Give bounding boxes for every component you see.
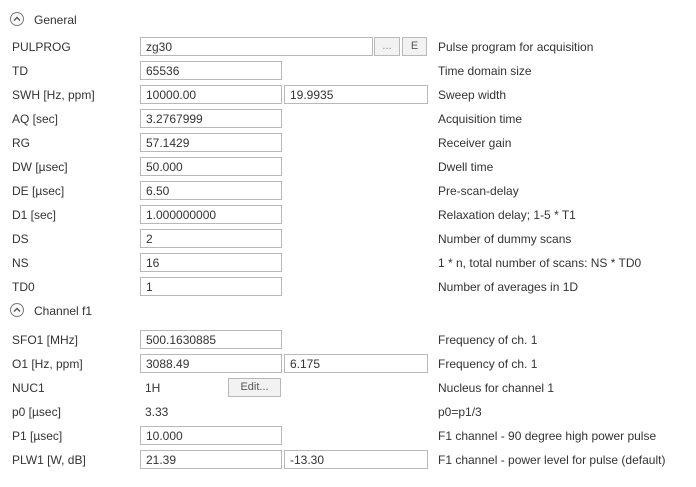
p1-input[interactable]: 10.000 xyxy=(140,426,282,445)
dw-input[interactable]: 50.000 xyxy=(140,157,282,176)
param-description: Frequency of ch. 1 xyxy=(438,357,538,371)
browse-button[interactable]: ... xyxy=(374,37,400,56)
section-title: Channel f1 xyxy=(34,304,93,318)
collapse-icon[interactable] xyxy=(10,12,24,26)
rg-input[interactable]: 57.1429 xyxy=(140,133,282,152)
param-row-nuc1: NUC1 1H Edit... Nucleus for channel 1 xyxy=(0,375,696,399)
param-description: Frequency of ch. 1 xyxy=(438,333,538,347)
param-label: AQ [sec] xyxy=(12,112,59,126)
edit-nucleus-button[interactable]: Edit... xyxy=(228,378,281,397)
param-label: TD xyxy=(12,64,28,78)
param-label: DE [µsec] xyxy=(12,184,65,198)
nuc1-value: 1H xyxy=(145,381,161,395)
pulprog-input[interactable]: zg30 xyxy=(140,37,373,56)
o1-ppm-input[interactable]: 6.175 xyxy=(284,354,428,373)
td-input[interactable]: 65536 xyxy=(140,61,282,80)
param-row-td0: TD0 1 Number of averages in 1D xyxy=(0,274,696,298)
param-row-pulprog: PULPROG zg30 ... E Pulse program for acq… xyxy=(0,34,696,58)
param-row-p0: p0 [µsec] 3.33 p0=p1/3 xyxy=(0,399,696,423)
param-description: Pulse program for acquisition xyxy=(438,40,594,54)
param-label: D1 [sec] xyxy=(12,208,57,222)
param-label: NUC1 xyxy=(12,381,45,395)
param-description: Acquisition time xyxy=(438,112,523,126)
param-label: p0 [µsec] xyxy=(12,405,61,419)
param-description: Nucleus for channel 1 xyxy=(438,381,555,395)
section-header-channel-f1[interactable]: Channel f1 xyxy=(0,299,696,323)
param-row-swh: SWH [Hz, ppm] 10000.00 19.9935 Sweep wid… xyxy=(0,82,696,106)
param-label: RG xyxy=(12,136,30,150)
td0-input[interactable]: 1 xyxy=(140,277,282,296)
param-description: F1 channel - 90 degree high power pulse xyxy=(438,429,657,443)
ns-input[interactable]: 16 xyxy=(140,253,282,272)
param-description: Receiver gain xyxy=(438,136,512,150)
de-input[interactable]: 6.50 xyxy=(140,181,282,200)
param-description: Time domain size xyxy=(438,64,532,78)
swh-hz-input[interactable]: 10000.00 xyxy=(140,85,282,104)
param-row-aq: AQ [sec] 3.2767999 Acquisition time xyxy=(0,106,696,130)
section-title: General xyxy=(34,13,77,27)
param-row-ds: DS 2 Number of dummy scans xyxy=(0,226,696,250)
param-row-td: TD 65536 Time domain size xyxy=(0,58,696,82)
param-label: PLW1 [W, dB] xyxy=(12,453,86,467)
section-header-general[interactable]: General xyxy=(0,8,696,32)
param-row-rg: RG 57.1429 Receiver gain xyxy=(0,130,696,154)
param-label: O1 [Hz, ppm] xyxy=(12,357,83,371)
swh-ppm-input[interactable]: 19.9935 xyxy=(284,85,428,104)
param-description: Pre-scan-delay xyxy=(438,184,519,198)
param-row-de: DE [µsec] 6.50 Pre-scan-delay xyxy=(0,178,696,202)
param-row-plw1: PLW1 [W, dB] 21.39 -13.30 F1 channel - p… xyxy=(0,447,696,471)
param-description: Relaxation delay; 1-5 * T1 xyxy=(438,208,576,222)
param-description: Number of averages in 1D xyxy=(438,280,579,294)
param-row-p1: P1 [µsec] 10.000 F1 channel - 90 degree … xyxy=(0,423,696,447)
param-description: Number of dummy scans xyxy=(438,232,572,246)
param-description: F1 channel - power level for pulse (defa… xyxy=(438,453,666,467)
ds-input[interactable]: 2 xyxy=(140,229,282,248)
param-label: PULPROG xyxy=(12,40,71,54)
param-description: p0=p1/3 xyxy=(438,405,482,419)
sfo1-input[interactable]: 500.1630885 xyxy=(140,330,282,349)
param-label: SFO1 [MHz] xyxy=(12,333,79,347)
param-row-sfo1: SFO1 [MHz] 500.1630885 Frequency of ch. … xyxy=(0,327,696,351)
param-description: 1 * n, total number of scans: NS * TD0 xyxy=(438,256,642,270)
param-row-dw: DW [µsec] 50.000 Dwell time xyxy=(0,154,696,178)
aq-input[interactable]: 3.2767999 xyxy=(140,109,282,128)
param-label: SWH [Hz, ppm] xyxy=(12,88,95,102)
o1-hz-input[interactable]: 3088.49 xyxy=(140,354,282,373)
param-description: Sweep width xyxy=(438,88,507,102)
plw1-db-input[interactable]: -13.30 xyxy=(284,450,428,469)
p0-value: 3.33 xyxy=(145,405,169,419)
d1-input[interactable]: 1.000000000 xyxy=(140,205,282,224)
plw1-w-input[interactable]: 21.39 xyxy=(140,450,282,469)
param-label: P1 [µsec] xyxy=(12,429,63,443)
param-label: DW [µsec] xyxy=(12,160,68,174)
param-row-ns: NS 16 1 * n, total number of scans: NS *… xyxy=(0,250,696,274)
param-row-o1: O1 [Hz, ppm] 3088.49 6.175 Frequency of … xyxy=(0,351,696,375)
param-label: NS xyxy=(12,256,29,270)
collapse-icon[interactable] xyxy=(10,303,24,317)
param-row-d1: D1 [sec] 1.000000000 Relaxation delay; 1… xyxy=(0,202,696,226)
param-label: DS xyxy=(12,232,29,246)
edit-pulprog-button[interactable]: E xyxy=(402,37,427,56)
param-label: TD0 xyxy=(12,280,35,294)
param-description: Dwell time xyxy=(438,160,494,174)
